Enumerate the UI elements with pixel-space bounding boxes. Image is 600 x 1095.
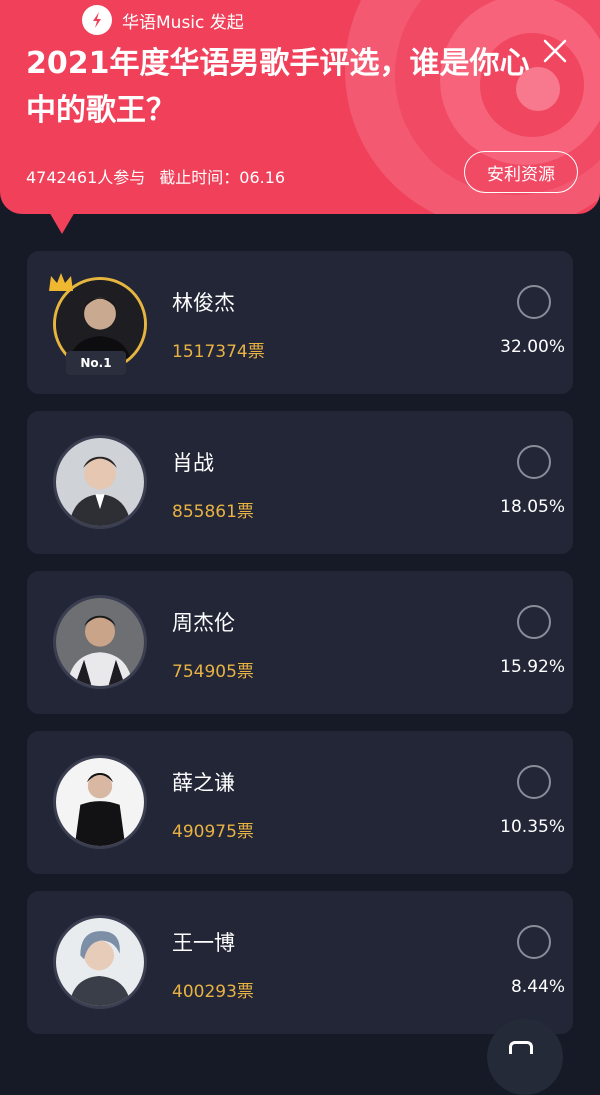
participant-count: 4742461人参与 bbox=[26, 168, 146, 187]
floating-action-button[interactable] bbox=[487, 1019, 563, 1095]
vote-percentage: 10.35% bbox=[500, 817, 565, 837]
action-icon bbox=[509, 1041, 533, 1054]
vote-radio-button[interactable] bbox=[517, 445, 551, 479]
vote-percentage: 18.05% bbox=[500, 497, 565, 517]
person-silhouette-icon bbox=[56, 438, 144, 526]
vote-percentage: 8.44% bbox=[510, 977, 565, 997]
person-silhouette-icon bbox=[56, 598, 144, 686]
header-pointer bbox=[48, 210, 76, 234]
vote-header: 华语Music 发起 2021年度华语男歌手评选，谁是你心中的歌王？ 47424… bbox=[0, 0, 600, 214]
candidate-name: 王一博 bbox=[172, 931, 235, 955]
music-logo-icon bbox=[82, 5, 112, 35]
candidate-card[interactable]: 周杰伦 754905票 15.92% bbox=[27, 571, 573, 714]
vote-percentage: 15.92% bbox=[500, 657, 565, 677]
vote-radio-button[interactable] bbox=[517, 765, 551, 799]
person-silhouette-icon bbox=[56, 758, 144, 846]
candidate-card[interactable]: 肖战 855861票 18.05% bbox=[27, 411, 573, 554]
page-title: 2021年度华语男歌手评选，谁是你心中的歌王？ bbox=[26, 46, 530, 128]
candidate-list: No.1 林俊杰 1517374票 32.00% 肖战 855861票 18.0… bbox=[27, 251, 573, 1051]
candidate-card[interactable]: No.1 林俊杰 1517374票 32.00% bbox=[27, 251, 573, 394]
deadline-text: 截止时间：06.16 bbox=[159, 168, 286, 187]
source-label: 华语Music 发起 bbox=[122, 12, 244, 33]
source-info: 华语Music 发起 bbox=[82, 5, 244, 35]
vote-radio-button[interactable] bbox=[517, 605, 551, 639]
vote-count: 400293票 bbox=[172, 982, 254, 1002]
vote-count: 754905票 bbox=[172, 662, 254, 682]
vote-stats: 4742461人参与 截止时间：06.16 bbox=[26, 164, 285, 188]
vote-count: 1517374票 bbox=[172, 342, 265, 362]
candidate-card[interactable]: 王一博 400293票 8.44% bbox=[27, 891, 573, 1034]
vote-count: 490975票 bbox=[172, 822, 254, 842]
close-icon[interactable] bbox=[542, 38, 568, 64]
candidate-name: 林俊杰 bbox=[172, 291, 235, 315]
resource-button[interactable]: 安利资源 bbox=[464, 151, 578, 193]
candidate-name: 周杰伦 bbox=[172, 611, 235, 635]
avatar bbox=[53, 595, 147, 689]
candidate-name: 薛之谦 bbox=[172, 771, 235, 795]
vote-count: 855861票 bbox=[172, 502, 254, 522]
avatar bbox=[53, 915, 147, 1009]
vote-radio-button[interactable] bbox=[517, 925, 551, 959]
candidate-name: 肖战 bbox=[172, 451, 214, 475]
person-silhouette-icon bbox=[56, 918, 144, 1006]
crown-icon bbox=[49, 273, 73, 291]
vote-radio-button[interactable] bbox=[517, 285, 551, 319]
candidate-card[interactable]: 薛之谦 490975票 10.35% bbox=[27, 731, 573, 874]
vote-percentage: 32.00% bbox=[500, 337, 565, 357]
avatar bbox=[53, 755, 147, 849]
rank-badge: No.1 bbox=[66, 351, 126, 375]
avatar bbox=[53, 435, 147, 529]
